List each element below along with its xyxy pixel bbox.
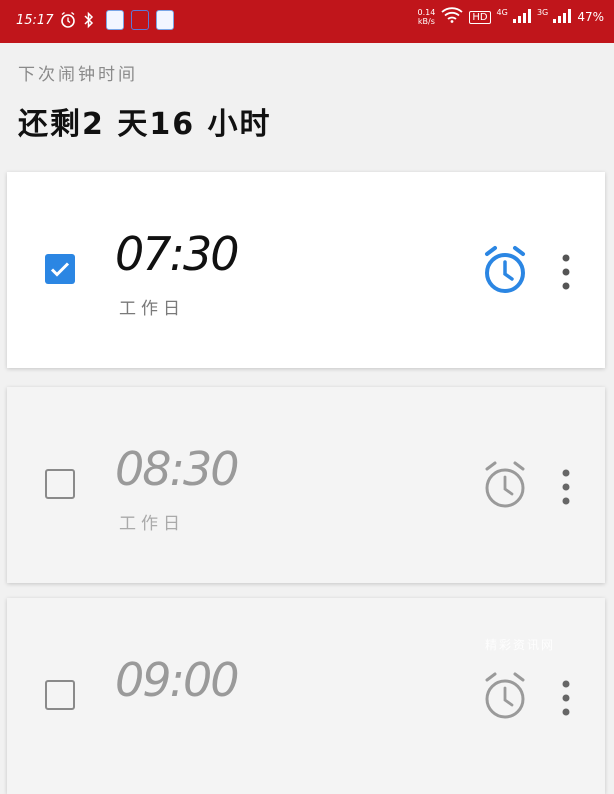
status-bar: 15:17 0.14 kB/s HD 4G 3G 47% xyxy=(0,0,614,43)
signal-type-label: 3G xyxy=(536,7,549,17)
network-speed-unit: kB/s xyxy=(417,17,435,26)
more-options-icon[interactable] xyxy=(559,252,573,292)
alarm-time[interactable]: 09:00 xyxy=(115,653,240,707)
alarm-time[interactable]: 08:30 xyxy=(115,442,240,496)
more-options-icon[interactable] xyxy=(559,678,573,718)
bluetooth-icon xyxy=(83,11,99,29)
alarm-enable-checkbox[interactable] xyxy=(45,469,75,499)
signal-type-label: 4G xyxy=(496,7,508,17)
alarm-clock-icon[interactable] xyxy=(481,670,529,722)
app-badge-icon xyxy=(106,10,125,30)
alarm-repeat: 工作日 xyxy=(119,299,185,319)
app-badge-icon xyxy=(131,10,150,30)
alarm-enable-checkbox[interactable] xyxy=(45,680,75,710)
signal-icon: 4G xyxy=(497,8,531,27)
time-remaining: 还剩2 天16 小时 xyxy=(18,107,272,142)
alarm-repeat: 工作日 xyxy=(119,514,185,534)
alarm-card[interactable]: 07:30 工作日 xyxy=(7,172,605,368)
alarm-clock-icon[interactable] xyxy=(481,244,529,296)
next-alarm-header: 下次闹钟时间 还剩2 天16 小时 xyxy=(18,60,272,143)
network-speed-value: 0.14 xyxy=(417,8,436,17)
alarm-enable-checkbox[interactable] xyxy=(45,254,75,284)
alarm-time[interactable]: 07:30 xyxy=(115,227,240,281)
signal-icon: 3G xyxy=(536,7,572,27)
status-right: 0.14 kB/s HD 4G 3G 47% xyxy=(418,7,604,27)
watermark: 精彩资讯网 xyxy=(485,638,556,652)
alarm-clock-icon[interactable] xyxy=(481,459,529,511)
status-time: 15:17 xyxy=(16,12,54,28)
alarm-card[interactable]: 08:30 工作日 xyxy=(7,387,605,583)
next-alarm-label: 下次闹钟时间 xyxy=(18,65,138,85)
alarm-card[interactable]: 09:00 xyxy=(7,598,605,794)
alarm-icon xyxy=(60,11,76,29)
app-badge-icon xyxy=(156,10,175,30)
network-speed: 0.14 kB/s xyxy=(418,8,436,26)
wifi-icon xyxy=(441,7,463,27)
hd-badge: HD xyxy=(469,10,491,24)
more-options-icon[interactable] xyxy=(559,467,573,507)
battery-level: 47% xyxy=(577,10,604,24)
status-left: 15:17 xyxy=(16,10,175,30)
